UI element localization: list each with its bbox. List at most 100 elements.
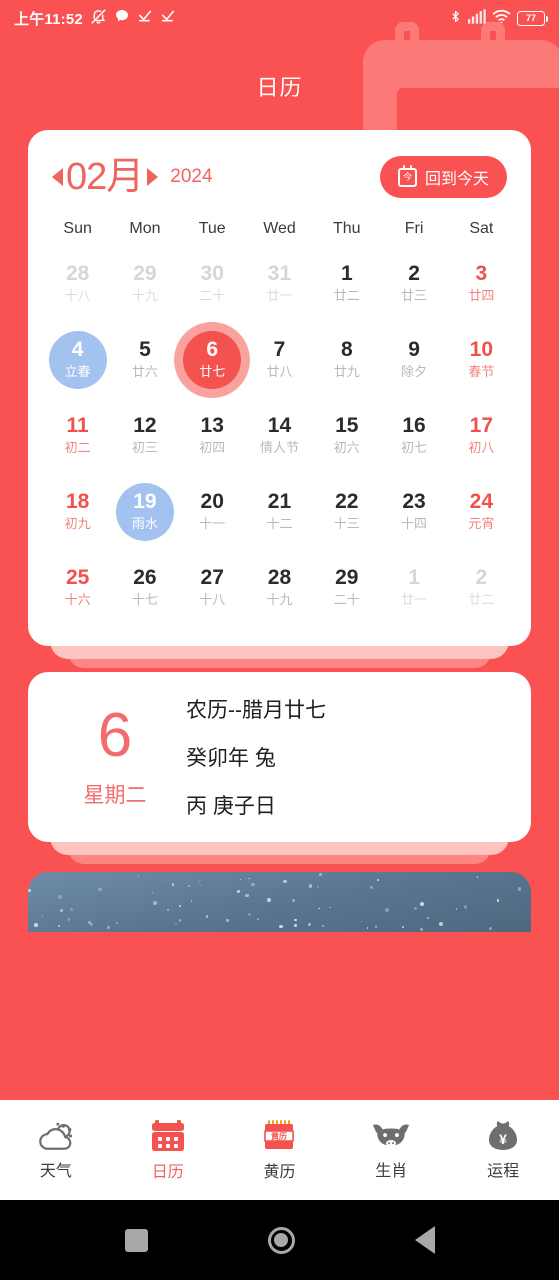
day-cell-31[interactable]: 31 廿一 [246,248,313,320]
snow-speck [248,878,250,880]
circle-icon[interactable] [267,1226,295,1254]
day-lunar-label: 十一 [199,515,226,531]
snow-speck [385,907,390,912]
day-cell-30[interactable]: 30 二十 [179,248,246,320]
tab-weather[interactable]: 天气 [0,1120,112,1181]
snow-speck [413,907,417,910]
day-cell-1[interactable]: 1 廿二 [313,248,380,320]
day-lunar-label: 初四 [199,439,226,455]
snow-speck [34,922,38,927]
next-card-preview[interactable] [28,872,531,932]
snow-speck [153,900,157,905]
day-marker: 11 初二 [49,407,107,465]
day-number: 7 [273,337,286,361]
day-cell-14[interactable]: 14 情人节 [246,400,313,472]
day-cell-1[interactable]: 1 廿一 [380,552,447,624]
day-cell-27[interactable]: 27 十八 [179,552,246,624]
day-cell-28[interactable]: 28 十九 [246,552,313,624]
solar-term-marker: 19 雨水 [115,483,174,541]
snow-speck [321,925,325,928]
month-label: 02月 [66,156,144,198]
day-cell-12[interactable]: 12 初三 [111,400,178,472]
day-marker: 20 十一 [183,483,241,541]
detail-ganzhi-day: 丙 庚子日 [186,795,276,818]
tab-almanac[interactable]: 黄历 黄历 [224,1119,336,1182]
day-marker: 2 廿三 [385,255,443,313]
day-cell-6[interactable]: 6 廿七 [179,324,246,396]
day-marker: 7 廿八 [250,331,308,389]
snow-speck [171,883,175,886]
day-cell-2[interactable]: 2 廿三 [380,248,447,320]
day-cell-9[interactable]: 9 除夕 [380,324,447,396]
day-lunar-label: 廿七 [199,363,226,379]
day-number: 20 [200,489,224,513]
day-cell-5[interactable]: 5 廿六 [111,324,178,396]
chevron-left-icon[interactable] [52,168,63,186]
day-cell-11[interactable]: 11 初二 [44,400,111,472]
battery-icon: 77 [517,10,548,26]
day-cell-2[interactable]: 2 廿二 [448,552,515,624]
snow-speck [188,885,190,887]
snow-speck [28,888,32,892]
day-cell-22[interactable]: 22 十三 [313,476,380,548]
chevron-right-icon[interactable] [147,168,159,186]
snow-speck [455,908,457,910]
date-detail-card[interactable]: 6 星期二 农历--腊月廿七 癸卯年 兔 丙 庚子日 [28,672,531,842]
day-cell-4[interactable]: 4 立春 [44,324,111,396]
day-cell-29[interactable]: 29 二十 [313,552,380,624]
day-marker: 27 十八 [183,559,241,617]
back-to-today-button[interactable]: 今 回到今天 [379,156,507,198]
day-cell-13[interactable]: 13 初四 [179,400,246,472]
day-cell-25[interactable]: 25 十六 [44,552,111,624]
day-number: 21 [267,489,292,513]
calendar-header: 02月 2024 今 回到今天 [28,130,531,204]
tab-calendar[interactable]: 日历 [112,1119,224,1182]
tab-zodiac[interactable]: 生肖 [335,1120,447,1181]
day-cell-24[interactable]: 24 元宵 [448,476,515,548]
day-number: 6 [206,337,219,361]
day-marker: 10 春节 [452,331,510,389]
bluetooth-icon [449,8,462,29]
day-cell-26[interactable]: 26 十七 [111,552,178,624]
snow-speck [166,908,169,911]
day-cell-19[interactable]: 19 雨水 [111,476,178,548]
day-cell-20[interactable]: 20 十一 [179,476,246,548]
day-marker: 21 十二 [250,483,308,541]
day-cell-23[interactable]: 23 十四 [380,476,447,548]
snow-speck [419,902,424,907]
day-cell-8[interactable]: 8 廿九 [313,324,380,396]
day-number: 27 [200,565,224,589]
snow-speck [247,912,252,916]
snow-speck [69,908,73,912]
square-icon[interactable] [124,1228,148,1252]
day-cell-10[interactable]: 10 春节 [448,324,515,396]
day-number: 1 [408,565,420,589]
day-cell-3[interactable]: 3 廿四 [448,248,515,320]
snow-speck [245,894,249,898]
day-marker: 31 廿一 [250,255,308,313]
weekday-mon: Mon [129,220,161,237]
day-cell-28[interactable]: 28 十八 [44,248,111,320]
day-cell-18[interactable]: 18 初九 [44,476,111,548]
day-cell-29[interactable]: 29 十九 [111,248,178,320]
snow-speck [370,885,374,889]
snow-speck [366,927,369,929]
tab-fortune[interactable]: ¥ 运程 [447,1119,559,1181]
day-number: 28 [267,565,292,589]
day-marker: 8 廿九 [318,331,376,389]
snow-speck [178,919,181,922]
day-lunar-label: 廿四 [468,287,495,303]
day-cell-17[interactable]: 17 初八 [448,400,515,472]
detail-weekday: 星期二 [83,784,147,807]
day-number: 31 [267,261,292,285]
day-cell-15[interactable]: 15 初六 [313,400,380,472]
day-cell-21[interactable]: 21 十二 [246,476,313,548]
weekday-sat: Sat [469,220,494,237]
day-lunar-label: 廿九 [333,363,360,379]
day-cell-7[interactable]: 7 廿八 [246,324,313,396]
day-lunar-label: 初二 [64,439,91,455]
day-cell-16[interactable]: 16 初七 [380,400,447,472]
day-number: 25 [65,565,90,589]
triangle-left-icon[interactable] [414,1226,435,1254]
weekday-sun: Sun [63,220,92,237]
